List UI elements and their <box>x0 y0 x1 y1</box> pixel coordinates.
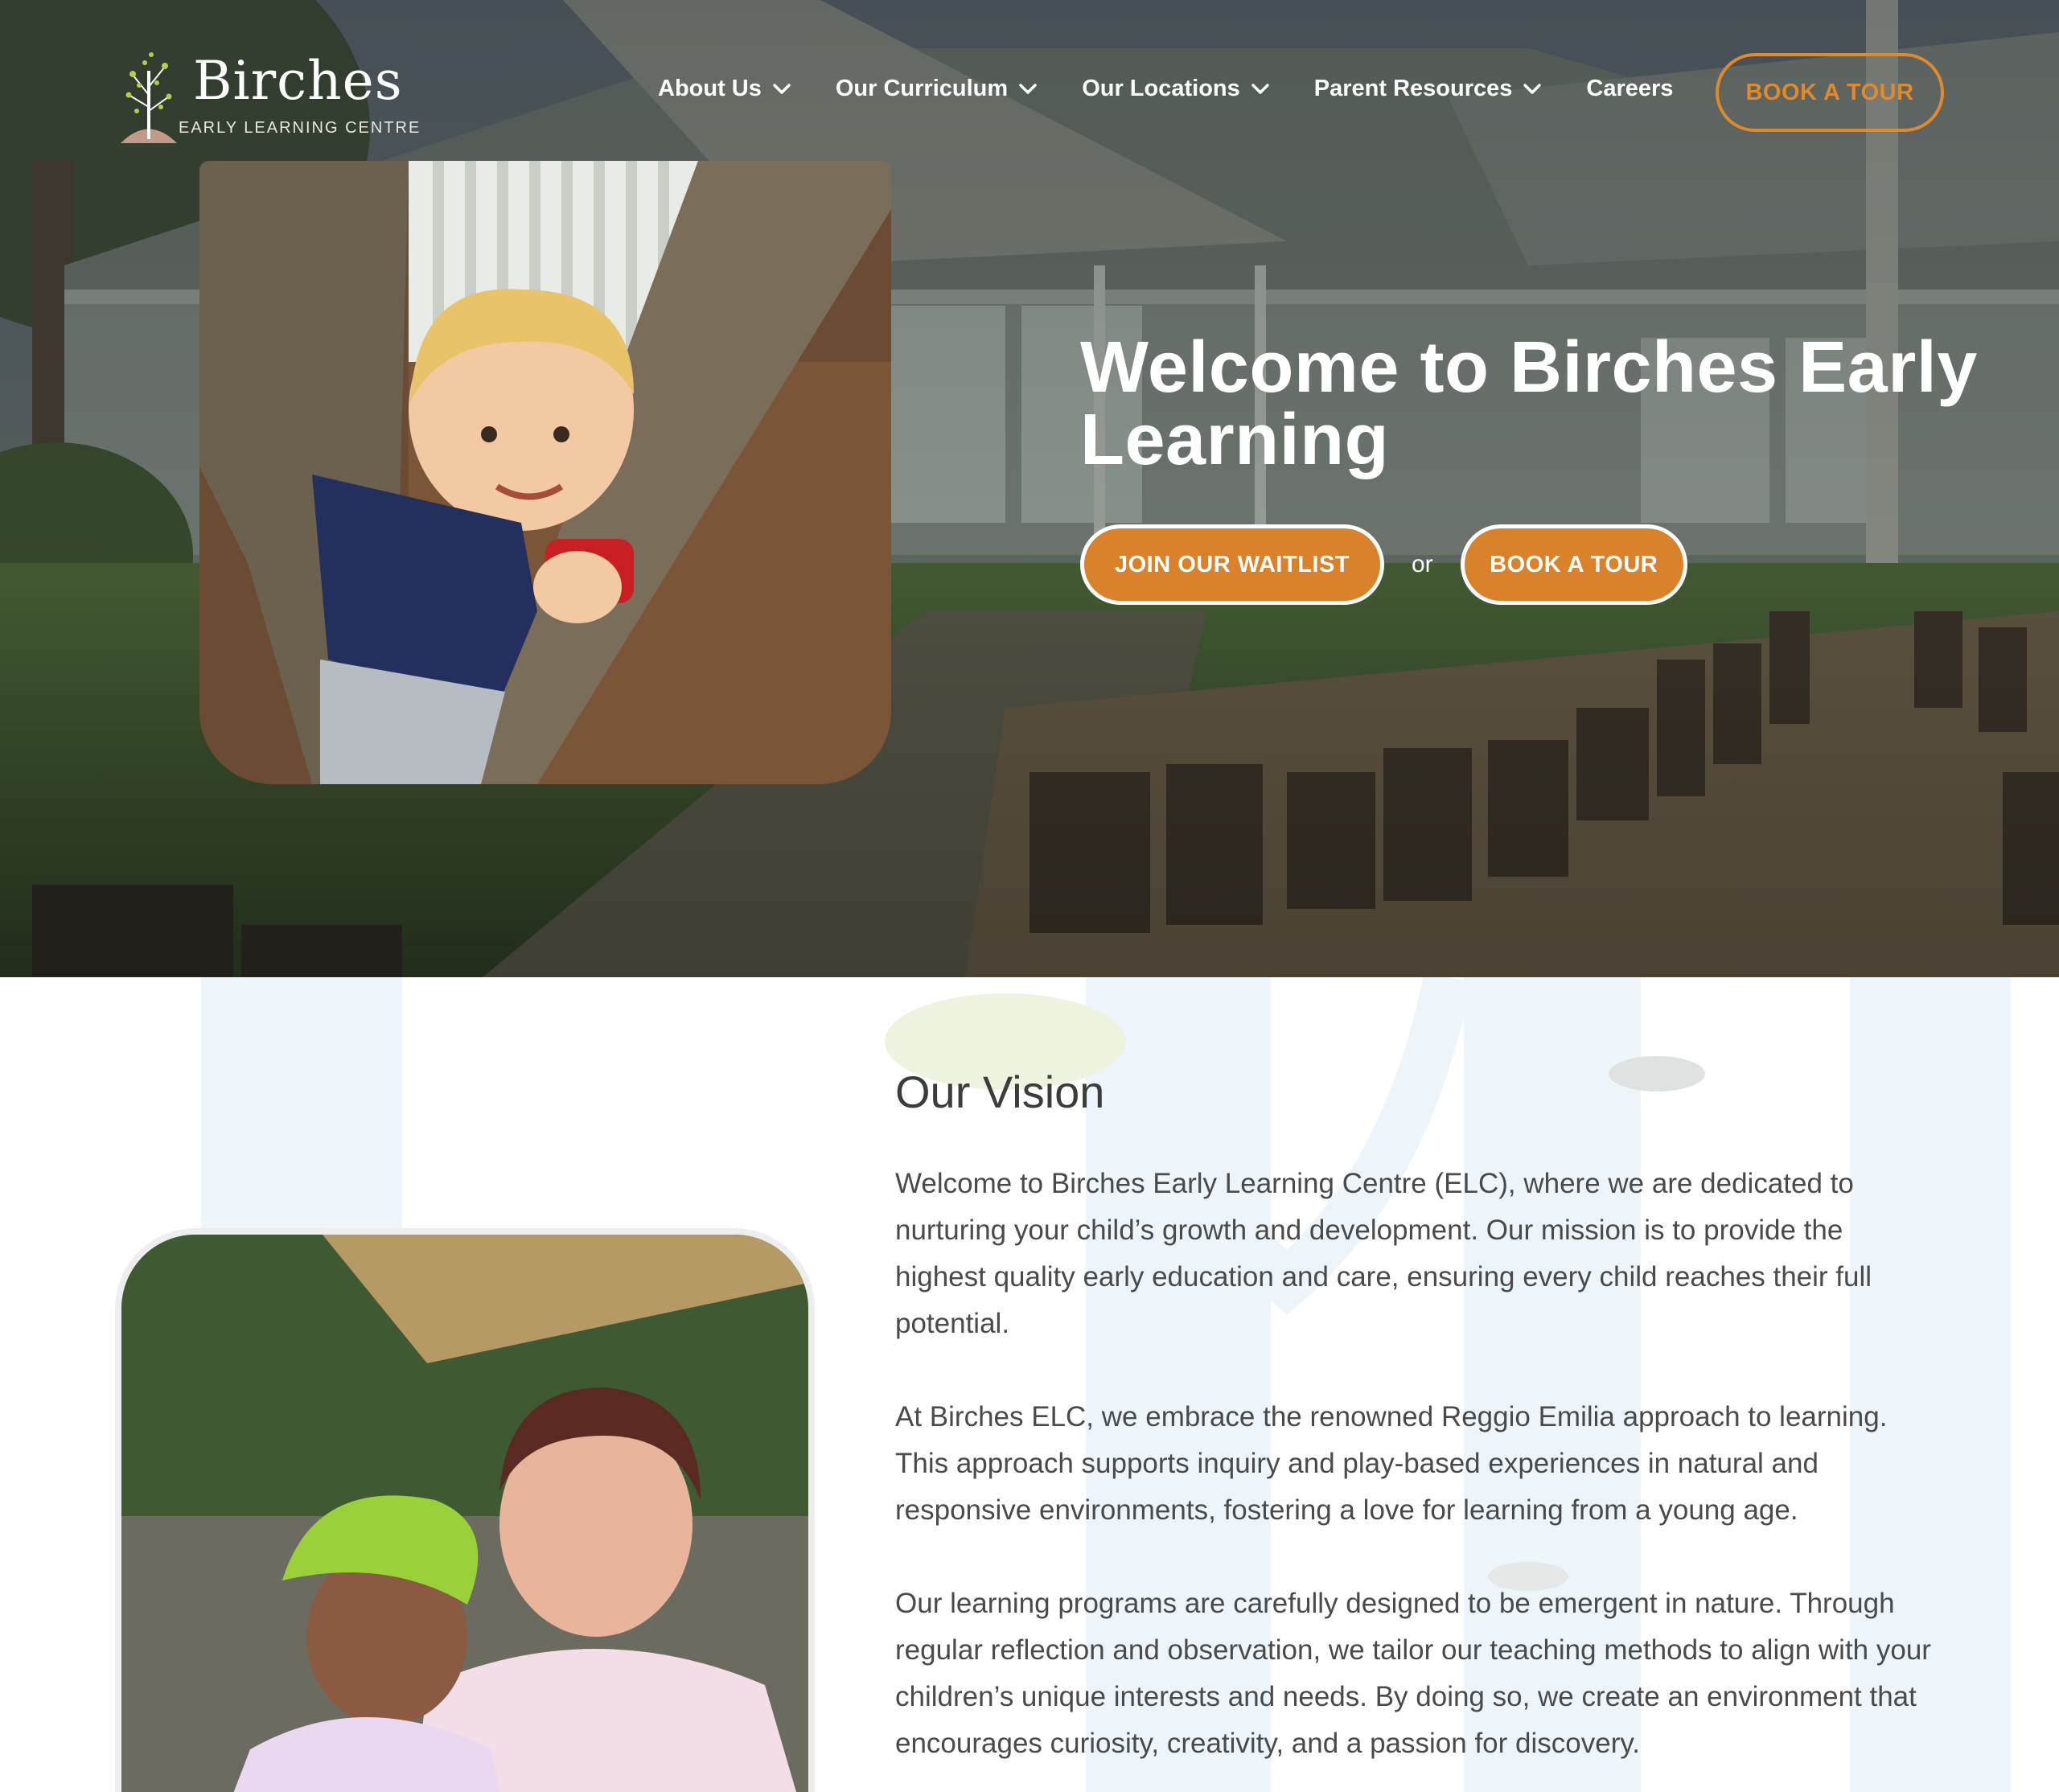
vision-body: Welcome to Birches Early Learning Centre… <box>895 1161 1941 1792</box>
vision-paragraph: Our learning programs are carefully desi… <box>895 1588 1931 1759</box>
cta-or-text: or <box>1412 551 1433 577</box>
nav-item-careers[interactable]: Careers <box>1586 76 1673 102</box>
nav-item-label: Parent Resources <box>1313 76 1513 101</box>
join-waitlist-button[interactable]: JOIN OUR WAITLIST <box>1080 524 1384 605</box>
brand-tagline: EARLY LEARNING CENTRE <box>179 119 421 137</box>
vision-paragraph: At Birches ELC, we embrace the renowned … <box>895 1401 1888 1526</box>
site-logo[interactable]: Birches EARLY LEARNING CENTRE <box>113 39 419 151</box>
hero-book-tour-button[interactable]: BOOK A TOUR <box>1460 524 1687 605</box>
hero-section: Birches EARLY LEARNING CENTRE About Us O… <box>0 0 2059 977</box>
hero-cta-row: JOIN OUR WAITLIST or BOOK A TOUR <box>1080 524 1687 605</box>
nav-book-tour-button[interactable]: BOOK A TOUR <box>1716 53 1944 132</box>
nav-item-parent-resources[interactable]: Parent Resources <box>1314 76 1542 102</box>
brand-name: Birches <box>193 50 403 112</box>
vision-paragraph: Welcome to Birches Early Learning Centre… <box>895 1168 1872 1339</box>
vision-heading: Our Vision <box>895 1067 1105 1117</box>
nav-item-label: Our Locations <box>1082 76 1240 101</box>
nav-item-our-curriculum[interactable]: Our Curriculum <box>836 76 1037 102</box>
vision-section: Our Vision Welcome to Birches Early Lear… <box>0 977 2059 1792</box>
chevron-down-icon <box>1251 83 1269 94</box>
nav-item-label: About Us <box>658 76 762 101</box>
chevron-down-icon <box>1523 83 1542 94</box>
vision-photo-educator-child <box>115 1228 815 1792</box>
nav-item-label: Careers <box>1586 76 1674 101</box>
chevron-down-icon <box>1019 83 1037 94</box>
nav-item-about-us[interactable]: About Us <box>658 76 791 102</box>
birch-tree-logo-icon <box>121 52 177 143</box>
hero-child-photo <box>199 161 891 784</box>
site-header: Birches EARLY LEARNING CENTRE About Us O… <box>0 0 2059 185</box>
nav-item-label: Our Curriculum <box>835 76 1009 101</box>
chevron-down-icon <box>773 83 791 94</box>
hero-title: Welcome to Birches Early Learning <box>1080 327 1978 480</box>
nav-item-our-locations[interactable]: Our Locations <box>1082 76 1269 102</box>
main-menu: About Us Our Curriculum Our Locations Pa… <box>658 76 1673 102</box>
